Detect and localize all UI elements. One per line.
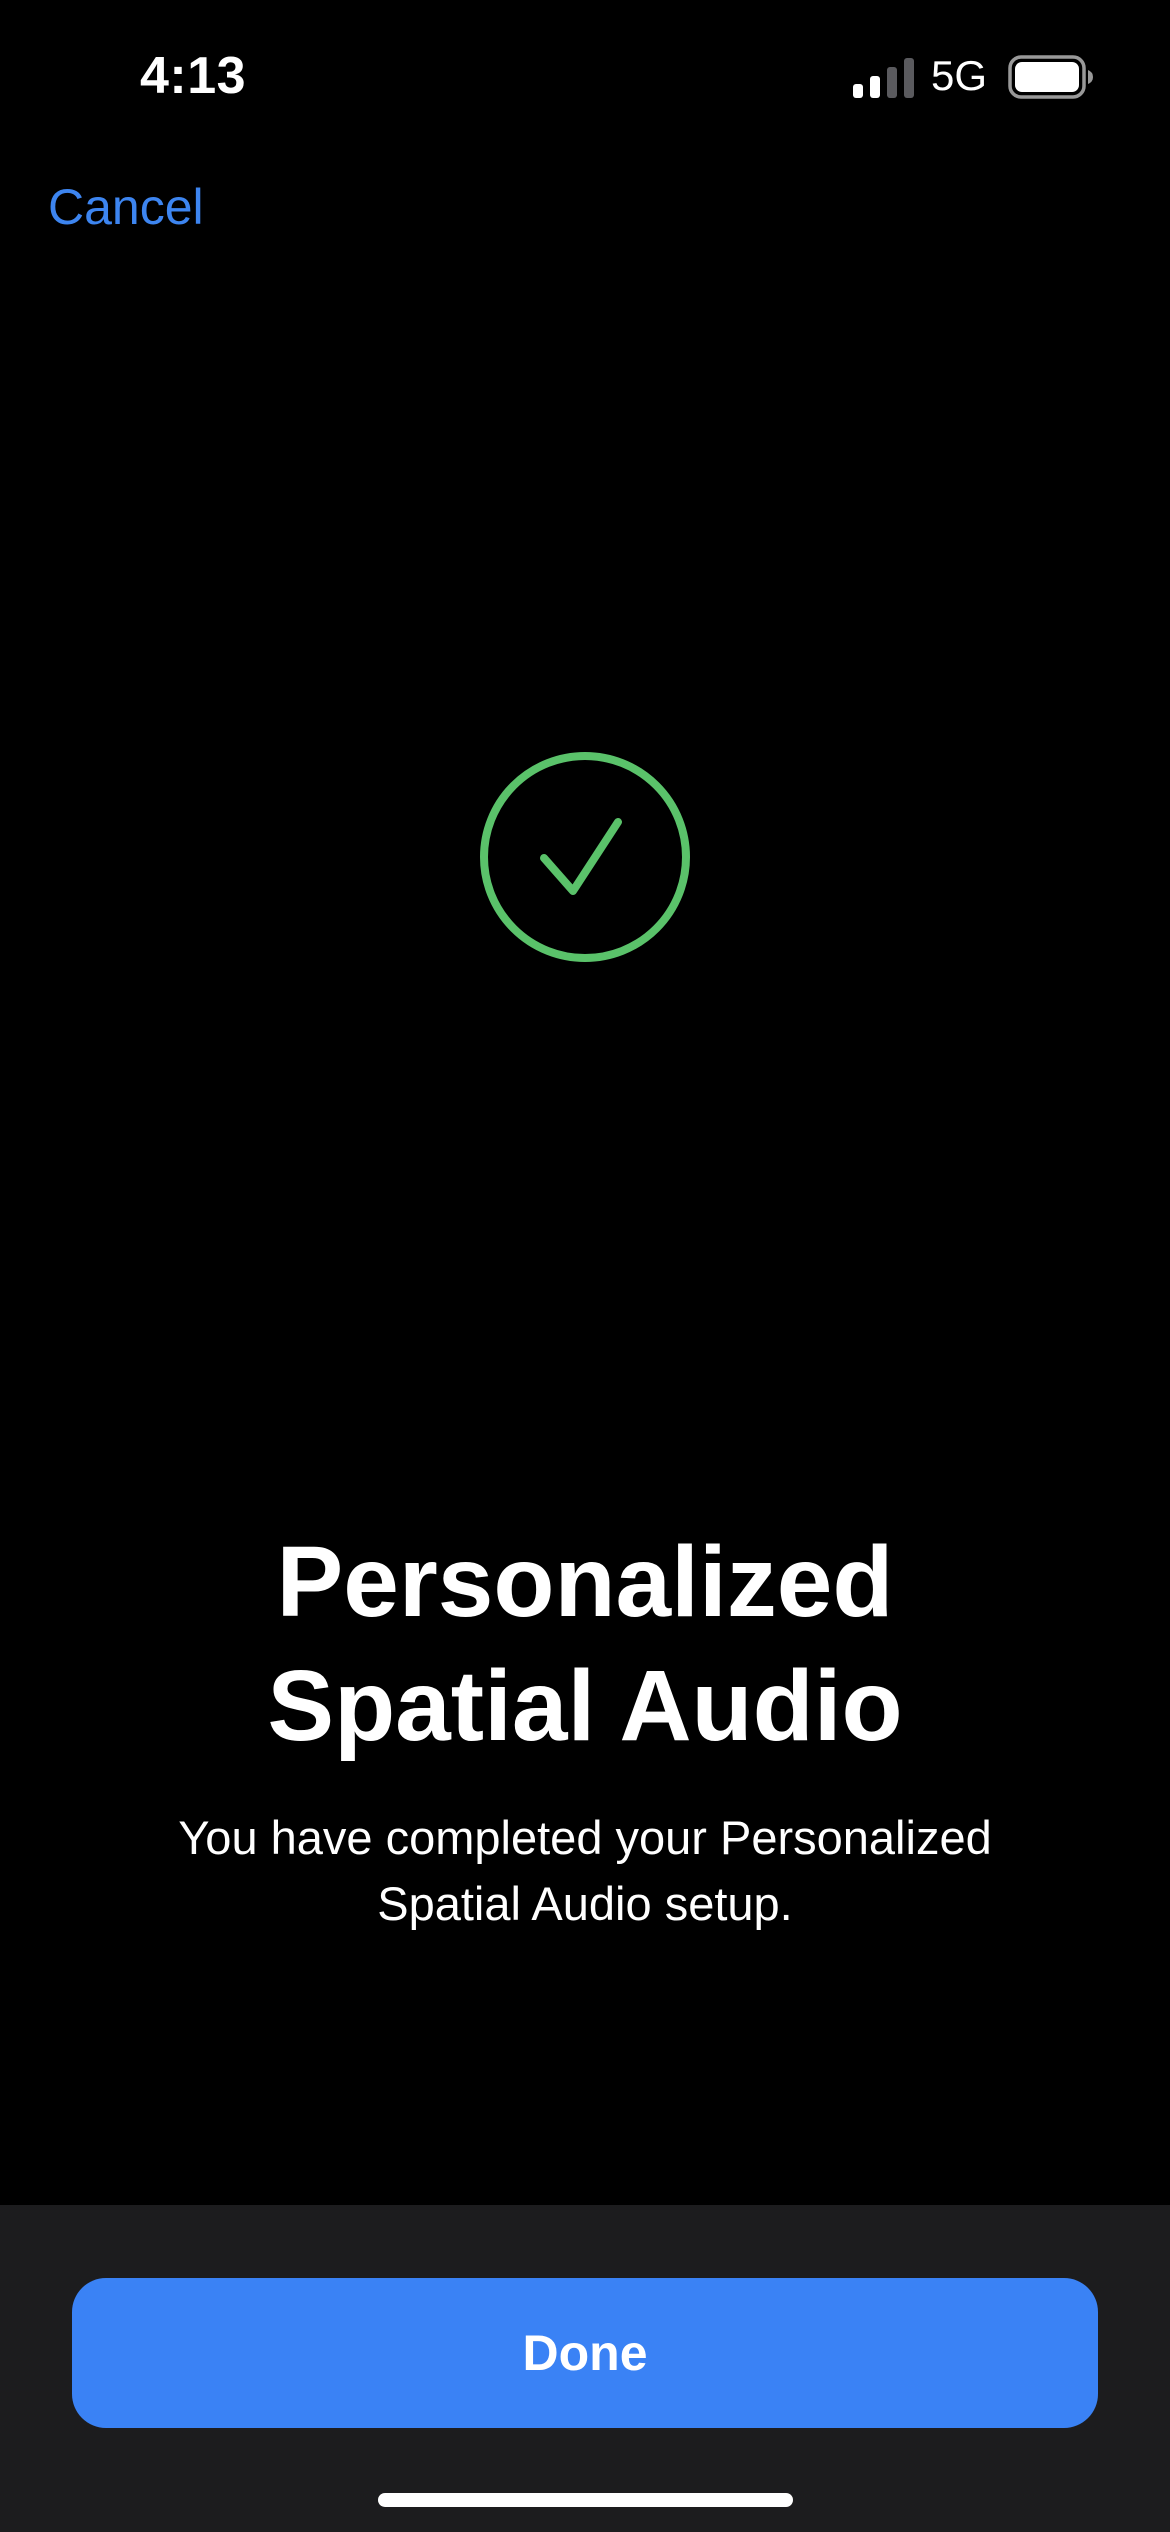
bottom-panel: Done bbox=[0, 2205, 1170, 2532]
checkmark-circle-icon bbox=[480, 752, 690, 962]
cancel-button[interactable]: Cancel bbox=[48, 178, 204, 236]
battery-icon bbox=[1008, 55, 1093, 99]
page-subtitle: You have completed your Personalized Spa… bbox=[178, 1811, 992, 1930]
screen: 4:13 5G Cancel Personalized Spatial Audi… bbox=[0, 0, 1170, 2532]
network-label: 5G bbox=[931, 52, 988, 99]
home-indicator[interactable] bbox=[378, 2493, 793, 2507]
page-title: Personalized Spatial Audio bbox=[267, 1526, 903, 1762]
status-bar: 4:13 5G bbox=[0, 0, 1170, 150]
status-time: 4:13 bbox=[140, 47, 247, 105]
cellular-signal-icon bbox=[853, 58, 914, 98]
done-button[interactable]: Done bbox=[72, 2278, 1098, 2428]
